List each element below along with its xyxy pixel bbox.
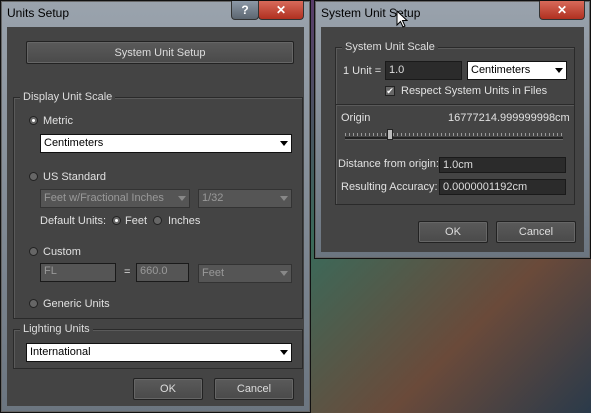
- custom-unit-dropdown[interactable]: Feet: [198, 264, 292, 283]
- inches-radio[interactable]: [153, 216, 162, 225]
- chevron-down-icon: [280, 350, 288, 355]
- group-label: Lighting Units: [20, 323, 93, 335]
- custom-name-field[interactable]: FL: [40, 263, 116, 282]
- origin-label: Origin: [341, 112, 371, 124]
- accuracy-field[interactable]: 0.0000001192cm: [439, 179, 566, 195]
- us-standard-label: US Standard: [43, 171, 106, 183]
- us-unit-value: Feet w/Fractional Inches: [44, 192, 164, 204]
- unit-type-dropdown[interactable]: Centimeters: [467, 61, 567, 80]
- us-unit-dropdown[interactable]: Feet w/Fractional Inches: [40, 189, 190, 208]
- close-button[interactable]: ✕: [539, 1, 585, 20]
- metric-radio[interactable]: [29, 116, 38, 125]
- divider: [336, 104, 574, 106]
- origin-value: 16777214.999999998cm: [448, 112, 570, 124]
- accuracy-label: Resulting Accuracy:: [341, 181, 438, 193]
- ok-button[interactable]: OK: [418, 221, 488, 243]
- unit-type-value: Centimeters: [471, 64, 531, 76]
- feet-label: Feet: [125, 215, 148, 227]
- distance-label: Distance from origin:: [338, 158, 439, 170]
- respect-units-checkbox[interactable]: ✔: [385, 86, 395, 96]
- us-fraction-value: 1/32: [202, 192, 224, 204]
- units-setup-window: Units Setup ? ✕ System Unit Setup Displa…: [0, 0, 311, 413]
- us-fraction-dropdown[interactable]: 1/32: [198, 189, 292, 208]
- mouse-cursor-icon: [396, 10, 408, 28]
- slider-ticks: [345, 133, 563, 136]
- slider-thumb[interactable]: [387, 129, 393, 140]
- default-units-label: Default Units:: [40, 215, 107, 227]
- chevron-down-icon: [555, 68, 563, 73]
- respect-units-label: Respect System Units in Files: [401, 85, 548, 97]
- dialog-body: System Unit Scale 1 Unit = 1.0 Centimete…: [321, 27, 584, 252]
- custom-radio[interactable]: [29, 247, 38, 256]
- custom-label: Custom: [43, 246, 81, 258]
- custom-value-field[interactable]: 660.0: [136, 263, 189, 282]
- equals-sign: =: [124, 266, 131, 278]
- chevron-down-icon: [178, 196, 186, 201]
- group-label: Display Unit Scale: [20, 91, 116, 103]
- lighting-units-dropdown[interactable]: International: [26, 343, 292, 362]
- window-title: Units Setup: [7, 6, 70, 20]
- unit-label: 1 Unit =: [343, 65, 382, 77]
- chevron-down-icon: [280, 141, 288, 146]
- metric-dropdown-value: Centimeters: [44, 137, 104, 149]
- display-unit-scale-group: Display Unit Scale: [13, 91, 303, 319]
- dialog-body: System Unit Setup Display Unit Scale Met…: [7, 27, 304, 406]
- slider-track: [345, 137, 563, 140]
- origin-slider[interactable]: [345, 127, 563, 143]
- help-button[interactable]: ?: [231, 1, 259, 20]
- chevron-down-icon: [280, 271, 288, 276]
- group-label: System Unit Scale: [342, 41, 438, 53]
- cancel-button[interactable]: Cancel: [214, 378, 294, 400]
- us-standard-radio[interactable]: [29, 172, 38, 181]
- custom-unit-value: Feet: [202, 267, 225, 279]
- lighting-units-value: International: [30, 346, 91, 358]
- close-button[interactable]: ✕: [258, 1, 304, 20]
- ok-button[interactable]: OK: [133, 378, 203, 400]
- inches-label: Inches: [168, 215, 201, 227]
- system-unit-setup-button[interactable]: System Unit Setup: [26, 41, 294, 64]
- feet-radio[interactable]: [112, 216, 121, 225]
- generic-units-label: Generic Units: [43, 298, 110, 310]
- generic-units-radio[interactable]: [29, 299, 38, 308]
- system-unit-setup-window: System Unit Setup ✕ System Unit Scale 1 …: [314, 0, 591, 259]
- metric-label: Metric: [43, 115, 73, 127]
- distance-field[interactable]: 1.0cm: [439, 157, 566, 173]
- chevron-down-icon: [280, 196, 288, 201]
- cancel-button[interactable]: Cancel: [496, 221, 576, 243]
- metric-dropdown[interactable]: Centimeters: [40, 134, 292, 153]
- unit-value-field[interactable]: 1.0: [385, 61, 462, 80]
